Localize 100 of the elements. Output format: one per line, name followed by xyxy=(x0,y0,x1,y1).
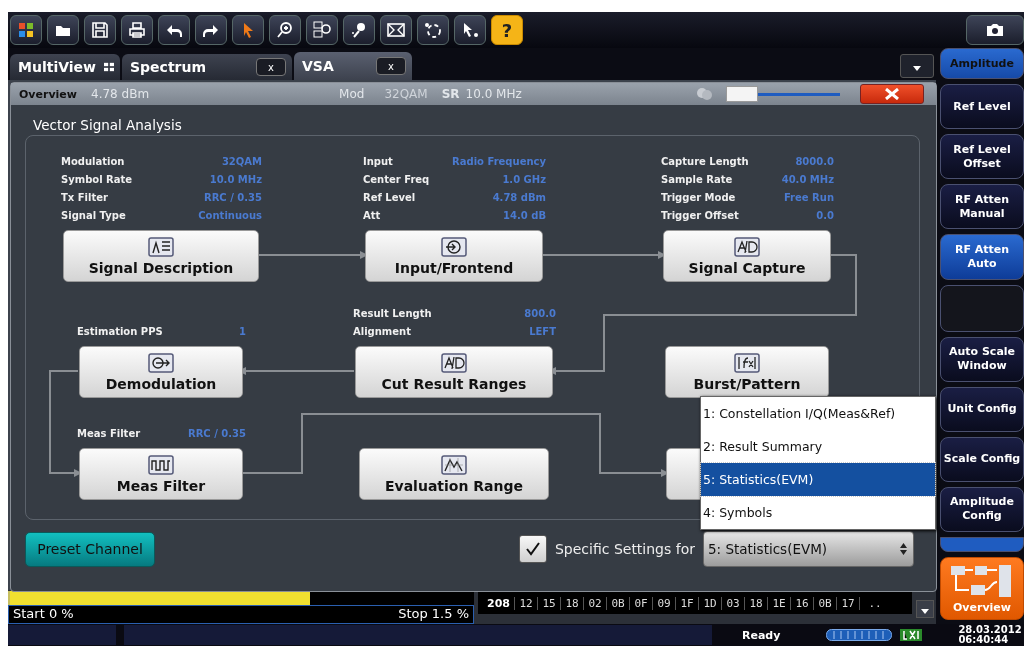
demodulator-icon xyxy=(148,352,174,373)
parameter-value: 0.0 xyxy=(816,209,834,223)
flow-block-button[interactable]: Cut Result Ranges xyxy=(355,346,553,398)
flow-block-button[interactable]: Evaluation Range xyxy=(359,448,549,500)
caret-icon xyxy=(913,65,921,71)
softkey[interactable]: Scale Config xyxy=(940,436,1024,482)
parameter-value: 1 xyxy=(239,325,246,339)
dropdown-option[interactable]: 5: Statistics(EVM) xyxy=(701,463,935,496)
tab-close-button[interactable]: x xyxy=(376,57,406,75)
stop-label: Stop 1.5 % xyxy=(398,606,469,623)
table-cell: 1D xyxy=(698,596,721,610)
transparency-icon xyxy=(696,87,714,101)
close-button[interactable] xyxy=(860,84,924,104)
parameter-value: 4.78 dBm xyxy=(492,191,546,205)
table-cell: 15 xyxy=(537,596,560,610)
parameter-value: 800.0 xyxy=(524,307,556,321)
filter-grid-icon xyxy=(148,454,174,475)
parameter-value: 14.0 dB xyxy=(503,209,546,223)
dropdown-option[interactable]: 1: Constellation I/Q(Meas&Ref) xyxy=(701,397,935,430)
parameter-value: RRC / 0.35 xyxy=(187,427,246,441)
softkey[interactable]: Ref Level xyxy=(940,84,1024,130)
full-screen-icon xyxy=(387,21,405,39)
grid-icon xyxy=(104,62,114,72)
toolbar-button[interactable] xyxy=(10,15,42,45)
parameter-value: 1.0 GHz xyxy=(502,173,546,187)
channel-tab[interactable]: MultiView xyxy=(10,54,120,80)
softkey[interactable]: Ref Level Offset xyxy=(940,134,1024,180)
flow-block-button[interactable]: Demodulation xyxy=(79,346,243,398)
dropdown-option[interactable]: 4: Symbols xyxy=(701,496,935,529)
toolbar-button[interactable] xyxy=(454,15,486,45)
toolbar-button[interactable] xyxy=(380,15,412,45)
toolbar-button[interactable] xyxy=(417,15,449,45)
antenna-document-icon xyxy=(148,236,174,257)
toolbar-button[interactable] xyxy=(269,15,301,45)
parameter-value: 8000.0 xyxy=(795,155,834,169)
function-icon xyxy=(734,352,760,373)
parameter-name: Estimation PPS xyxy=(77,325,163,339)
help-button[interactable]: ? xyxy=(491,15,523,45)
header-reading: 10.0 MHz xyxy=(465,87,522,101)
tab-menu-button[interactable] xyxy=(900,54,934,78)
flow-block-button[interactable]: Signal Capture xyxy=(663,230,831,282)
parameter-name: Sample Rate xyxy=(661,173,733,187)
toolbar-button[interactable] xyxy=(306,15,338,45)
parameter-value: LEFT xyxy=(529,325,556,339)
converter-icon xyxy=(441,352,467,373)
toolbar-button[interactable] xyxy=(232,15,264,45)
channel-tab[interactable]: Spectrum x xyxy=(122,54,292,80)
print-icon xyxy=(128,21,146,39)
caret-icon xyxy=(921,608,929,614)
softkey[interactable]: Amplitude Config xyxy=(940,486,1024,532)
parameter-name: Input xyxy=(363,155,393,169)
table-cell: 1F xyxy=(675,596,698,610)
flow-block-button[interactable]: Meas Filter xyxy=(79,448,243,500)
header-reading: SR xyxy=(441,87,460,101)
result-display-dropdown[interactable]: 5: Statistics(EVM) xyxy=(703,531,914,567)
zoom-reset-icon xyxy=(350,21,368,39)
toolbar-button[interactable] xyxy=(158,15,190,45)
status-text: Ready xyxy=(742,628,781,642)
table-cell: 18 xyxy=(744,596,767,610)
softkey[interactable]: RF Atten Auto xyxy=(940,234,1024,280)
progress-indicator-icon xyxy=(826,629,893,641)
scroll-button[interactable] xyxy=(916,600,934,618)
parameter-name: Symbol Rate xyxy=(61,173,133,187)
time-text: 06:40:44 xyxy=(958,635,1010,645)
parameter-value: 32QAM xyxy=(221,155,262,169)
softkey[interactable]: Auto Scale Window xyxy=(940,336,1024,382)
parameter-value: 40.0 MHz xyxy=(781,173,834,187)
toolbar-button[interactable] xyxy=(84,15,116,45)
softkey[interactable]: RF Atten Manual xyxy=(940,184,1024,230)
screenshot-button[interactable] xyxy=(966,15,1024,45)
close-icon xyxy=(885,88,899,100)
help-pointer-icon xyxy=(461,21,479,39)
toolbar-button[interactable] xyxy=(343,15,375,45)
toolbar-button[interactable] xyxy=(195,15,227,45)
table-cell: 0B xyxy=(606,596,629,610)
flow-block-button[interactable]: Signal Description xyxy=(63,230,259,282)
multi-zoom-icon xyxy=(313,21,331,39)
converter-icon xyxy=(734,236,760,257)
channel-tab[interactable]: VSA x xyxy=(294,52,412,80)
flow-block-button[interactable]: Burst/Pattern xyxy=(665,346,829,398)
parameter-name: Trigger Mode xyxy=(661,191,736,205)
toolbar-button[interactable] xyxy=(47,15,79,45)
checkbox[interactable] xyxy=(518,535,547,563)
header-reading: 32QAM xyxy=(384,87,428,101)
check-icon xyxy=(524,542,541,556)
checkbox-label: Specific Settings for xyxy=(554,541,695,557)
preset-channel-button[interactable]: Preset Channel xyxy=(25,531,155,567)
table-cell: 09 xyxy=(652,596,675,610)
dropdown-option[interactable]: 2: Result Summary xyxy=(701,430,935,463)
softkey[interactable]: Unit Config xyxy=(940,386,1024,432)
flow-block-button[interactable]: Input/Frontend xyxy=(365,230,543,282)
transparency-slider[interactable] xyxy=(726,86,840,102)
parameter-value: Free Run xyxy=(783,191,834,205)
tab-close-button[interactable]: x xyxy=(256,58,286,76)
toolbar-button[interactable] xyxy=(121,15,153,45)
updown-icon xyxy=(900,543,907,555)
overview-softkey[interactable]: Overview xyxy=(940,557,1024,621)
parameter-value: Continuous xyxy=(198,209,262,223)
header-reading: Mod xyxy=(339,87,365,101)
table-cell: .. xyxy=(859,596,890,610)
